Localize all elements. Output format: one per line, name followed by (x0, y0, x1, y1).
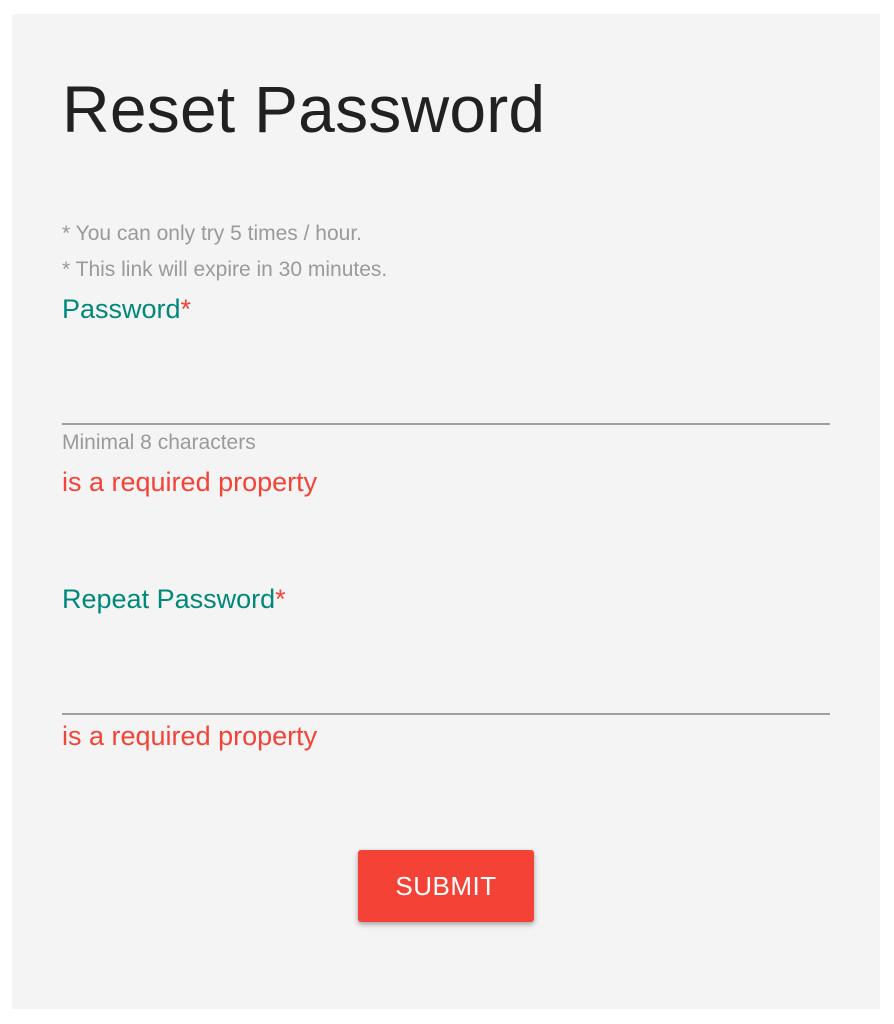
repeat-password-error-message: is a required property (62, 721, 318, 751)
password-input[interactable] (62, 377, 830, 425)
repeat-password-label: Repeat Password* (62, 583, 286, 615)
submit-button[interactable]: SUBMIT (358, 850, 534, 922)
password-label-text: Password (62, 294, 181, 324)
required-marker: * (180, 294, 192, 324)
password-error-message: is a required property (62, 467, 318, 497)
page-title: Reset Password (62, 72, 546, 146)
rate-limit-notice: * You can only try 5 times / hour. (62, 222, 363, 245)
repeat-password-label-text: Repeat Password (62, 584, 276, 614)
required-marker: * (275, 584, 286, 614)
password-label: Password* (62, 293, 191, 325)
link-expiry-notice: * This link will expire in 30 minutes. (62, 258, 388, 281)
password-helper-text: Minimal 8 characters (62, 431, 256, 454)
repeat-password-input[interactable] (62, 667, 830, 715)
reset-password-card: Reset Password * You can only try 5 time… (12, 14, 880, 1009)
